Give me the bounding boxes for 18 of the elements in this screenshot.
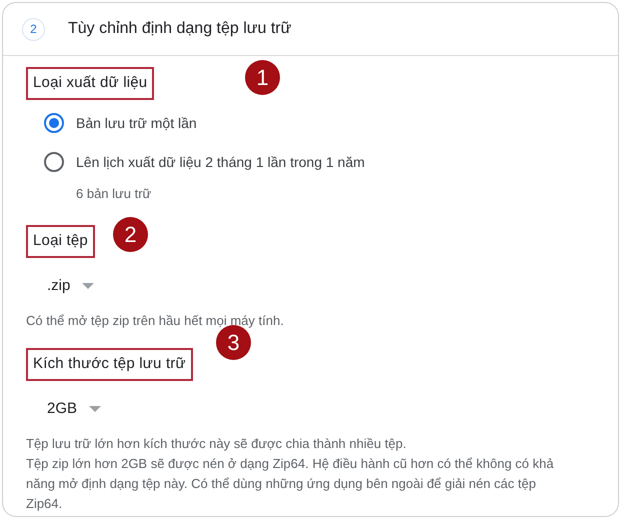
radio-button[interactable] (44, 113, 64, 133)
help-text: Tệp zip lớn hơn 2GB sẽ được nén ở dạng Zip64. Hệ điều hành cũ hơn có thể không có khả năng mở định dạng tệp này. Có thể dùng những ứng dụng bên ngoài để giải nén các tệp Zip64. (26, 455, 555, 513)
caret-icon (89, 406, 102, 412)
step-title: Tùy chỉnh định dạng tệp lưu trữ (68, 19, 292, 39)
help-text: Tệp lưu trữ lớn hơn kích thước này sẽ được chia thành nhiều tệp. (26, 435, 408, 453)
caret-icon (82, 282, 94, 289)
option-label: Lên lịch xuất dữ liệu 2 tháng 1 lần trong 1 năm (76, 152, 365, 172)
option-label: Bản lưu trữ một lần (76, 114, 197, 132)
radio-button[interactable] (44, 152, 64, 172)
section-heading: Loại xuất dữ liệu (26, 67, 154, 100)
option-note: 6 bản lưu trữ (76, 184, 152, 202)
section-heading: Kích thước tệp lưu trữ (26, 348, 193, 380)
file-dropdown[interactable]: 2GB (47, 398, 102, 420)
file-dropdown[interactable]: .zip (47, 274, 94, 297)
number-badge: 2 (113, 217, 148, 252)
section-heading: Loại tệp (26, 225, 95, 258)
number-badge: 1 (245, 60, 280, 95)
step-number: 2 (22, 18, 45, 40)
